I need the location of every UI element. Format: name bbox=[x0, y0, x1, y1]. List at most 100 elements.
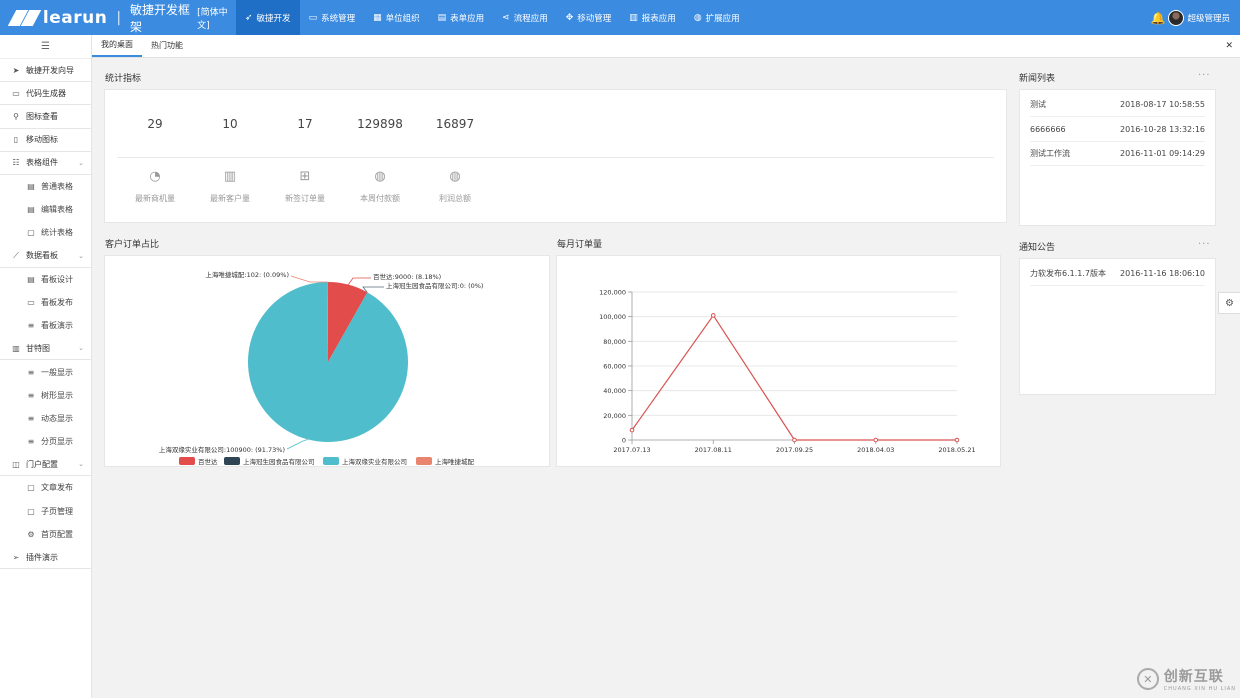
table-icon: ▤ bbox=[437, 12, 447, 23]
bar-chart-icon: ▥ bbox=[223, 169, 237, 184]
sidebar-item-label: 分页显示 bbox=[41, 437, 73, 447]
gear-icon[interactable]: ⚙ bbox=[1218, 292, 1240, 314]
nav-item-5[interactable]: ✥ 移动管理 bbox=[557, 0, 621, 35]
tab-hot-features[interactable]: 热门功能 bbox=[142, 34, 192, 57]
news-row-time: 2016-11-01 09:14:29 bbox=[1120, 149, 1205, 158]
sidebar-item-label: 移动图标 bbox=[26, 135, 58, 145]
sidebar-item-7[interactable]: ▢ 统计表格 bbox=[0, 221, 91, 244]
stats-divider bbox=[117, 157, 994, 158]
bell-icon[interactable]: 🔔 bbox=[1151, 11, 1166, 25]
sidebar-item-9[interactable]: ▤ 看板设计 bbox=[0, 268, 91, 291]
line-point[interactable] bbox=[954, 437, 960, 443]
user-name[interactable]: 超级管理员 bbox=[1187, 12, 1230, 24]
sidebar-item-6[interactable]: ▤ 编辑表格 bbox=[0, 198, 91, 221]
x-tick-label: 2017.08.11 bbox=[695, 446, 732, 454]
monitor-icon: ▭ bbox=[12, 88, 20, 98]
sidebar-item-18[interactable]: ▢ 文章发布 bbox=[0, 476, 91, 499]
pie-legend-item[interactable]: 上海双缘实业有限公司 bbox=[323, 457, 407, 466]
sidebar-item-4[interactable]: ☷ 表格组件 ⌄ bbox=[0, 152, 91, 175]
sidebar-item-11[interactable]: ≡ 看板演示 bbox=[0, 314, 91, 337]
user-box[interactable]: 🔔 超级管理员 bbox=[1151, 0, 1230, 35]
notice-panel: 力软发布6.1.1.7版本 2016-11-16 18:06:10 bbox=[1019, 258, 1216, 395]
sidebar-item-label: 甘特图 bbox=[26, 343, 50, 353]
pie-legend-item[interactable]: 上海唯捷城配 bbox=[416, 457, 475, 466]
pie-leader-line bbox=[290, 275, 328, 283]
sidebar-item-17[interactable]: ◫ 门户配置 ⌄ bbox=[0, 453, 91, 477]
nav-item-2[interactable]: ▦ 单位组织 bbox=[364, 0, 429, 35]
chevron-down-icon[interactable]: ⌄ bbox=[78, 159, 84, 167]
sidebar-item-3[interactable]: ▯ 移动图标 bbox=[0, 129, 91, 152]
brand[interactable]: learun | 敏捷开发框架 [简体中文] bbox=[0, 0, 236, 35]
news-row-time: 2018-08-17 10:58:55 bbox=[1120, 100, 1205, 109]
pie-legend-item[interactable]: 上海冠生园食品有限公司 bbox=[224, 457, 315, 466]
sidebar-item-5[interactable]: ▤ 普通表格 bbox=[0, 175, 91, 198]
line-point[interactable] bbox=[873, 437, 879, 443]
news-row[interactable]: 6666666 2016-10-28 13:32:16 bbox=[1030, 118, 1205, 142]
sidebar-item-19[interactable]: ▢ 子页管理 bbox=[0, 500, 91, 523]
nav-item-label: 敏捷开发 bbox=[256, 13, 291, 24]
pie-legend-item[interactable]: 百世达 bbox=[179, 457, 218, 466]
sidebar-item-label: 统计表格 bbox=[41, 228, 73, 238]
sidebar-item-13[interactable]: ≡ 一般显示 bbox=[0, 360, 91, 383]
chevron-down-icon[interactable]: ⌄ bbox=[78, 460, 84, 468]
sidebar-item-10[interactable]: ▭ 看板发布 bbox=[0, 291, 91, 314]
legend-swatch bbox=[179, 457, 195, 465]
avatar[interactable] bbox=[1168, 9, 1185, 26]
news-row[interactable]: 测试工作流 2016-11-01 09:14:29 bbox=[1030, 142, 1205, 166]
sidebar-collapse-icon[interactable]: ☰ bbox=[0, 35, 91, 59]
sidebar-item-label: 首页配置 bbox=[41, 529, 73, 539]
notice-row-title[interactable]: 力软发布6.1.1.7版本 bbox=[1030, 268, 1106, 279]
nav-item-1[interactable]: ▭ 系统管理 bbox=[300, 0, 365, 35]
chart-icon: ▥ bbox=[629, 12, 638, 23]
notice-more-button[interactable]: ··· bbox=[1198, 239, 1211, 250]
nav-item-7[interactable]: ◍ 扩展应用 bbox=[685, 0, 749, 35]
bars-icon: ≡ bbox=[27, 321, 35, 331]
sidebar-item-21[interactable]: ➢ 插件演示 bbox=[0, 546, 91, 570]
news-row[interactable]: 测试 2018-08-17 10:58:55 bbox=[1030, 93, 1205, 117]
nav-item-3[interactable]: ▤ 表单应用 bbox=[429, 0, 494, 35]
sidebar-item-14[interactable]: ≡ 树形显示 bbox=[0, 384, 91, 407]
news-more-button[interactable]: ··· bbox=[1198, 70, 1211, 81]
stats-title: 统计指标 bbox=[105, 74, 142, 84]
nav-item-label: 流程应用 bbox=[513, 13, 548, 24]
language-switch[interactable]: [简体中文] bbox=[197, 5, 236, 31]
news-row-title[interactable]: 测试 bbox=[1030, 99, 1046, 110]
sidebar-item-12[interactable]: ▥ 甘特图 ⌄ bbox=[0, 337, 91, 361]
pie-leader-line bbox=[286, 439, 309, 450]
tab-my-desktop[interactable]: 我的桌面 bbox=[92, 34, 142, 57]
nav-item-4[interactable]: ⋖ 流程应用 bbox=[493, 0, 557, 35]
legend-swatch bbox=[224, 457, 240, 465]
watermark-subtext: CHUANG XIN HU LIAN bbox=[1163, 686, 1236, 692]
news-row-title[interactable]: 测试工作流 bbox=[1030, 148, 1070, 159]
sidebar-item-15[interactable]: ≡ 动态显示 bbox=[0, 407, 91, 430]
sidebar-item-label: 子页管理 bbox=[41, 506, 73, 516]
chevron-down-icon[interactable]: ⌄ bbox=[78, 344, 84, 352]
chevron-down-icon[interactable]: ⌄ bbox=[78, 252, 84, 260]
sidebar-item-0[interactable]: ➤ 敏捷开发向导 bbox=[0, 59, 91, 83]
nav-item-0[interactable]: ➶ 敏捷开发 bbox=[236, 0, 300, 35]
y-tick-label: 100,000 bbox=[599, 313, 626, 321]
watermark: ✕ 创新互联 CHUANG XIN HU LIAN bbox=[1136, 666, 1236, 692]
line-point[interactable] bbox=[792, 437, 797, 443]
close-all-tabs-icon[interactable]: ✕ bbox=[1225, 41, 1233, 51]
news-row-title[interactable]: 6666666 bbox=[1030, 125, 1066, 134]
bars-icon: ≡ bbox=[27, 413, 35, 423]
nav-item-6[interactable]: ▥ 报表应用 bbox=[620, 0, 685, 35]
logo-icon bbox=[7, 9, 42, 26]
notice-row[interactable]: 力软发布6.1.1.7版本 2016-11-16 18:06:10 bbox=[1030, 262, 1205, 286]
tab-bar: 我的桌面 热门功能 ✕ bbox=[92, 35, 1240, 58]
sidebar-item-1[interactable]: ▭ 代码生成器 bbox=[0, 82, 91, 106]
sidebar-item-label: 看板设计 bbox=[41, 274, 73, 284]
watermark-text: 创新互联 bbox=[1163, 669, 1224, 685]
line-point[interactable] bbox=[710, 313, 716, 318]
nav-item-label: 单位组织 bbox=[385, 13, 420, 24]
sidebar-item-16[interactable]: ≡ 分页显示 bbox=[0, 430, 91, 453]
sidebar-item-20[interactable]: ⚙ 首页配置 bbox=[0, 523, 91, 546]
y-tick-label: 20,000 bbox=[603, 412, 626, 420]
line-point[interactable] bbox=[629, 427, 635, 433]
news-title: 新闻列表 bbox=[1019, 74, 1056, 84]
top-bar: learun | 敏捷开发框架 [简体中文] ➶ 敏捷开发 ▭ 系统管理 ▦ 单位组织 ▤ 表… bbox=[0, 0, 1240, 35]
stat-label: 新签订单量 bbox=[285, 194, 325, 203]
sidebar-item-2[interactable]: ⚲ 图标查看 bbox=[0, 105, 91, 129]
sidebar-item-8[interactable]: ⟋ 数据看板 ⌄ bbox=[0, 245, 91, 268]
